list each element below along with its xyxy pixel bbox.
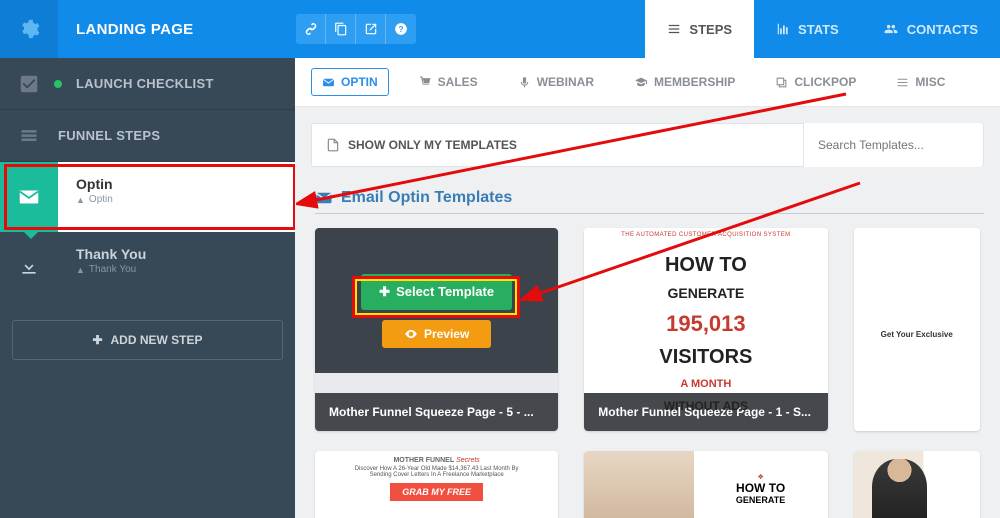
tab-stats[interactable]: STATS bbox=[754, 0, 861, 58]
help-button[interactable]: ? bbox=[386, 14, 416, 44]
select-template-button[interactable]: ✚ Select Template bbox=[361, 274, 512, 310]
cat-optin[interactable]: OPTIN bbox=[311, 68, 389, 96]
sidebar-step-optin[interactable]: Optin ▲Optin bbox=[0, 162, 295, 232]
stats-icon bbox=[776, 22, 790, 36]
cat-membership[interactable]: MEMBERSHIP bbox=[624, 68, 745, 96]
template-grid: ✚ Select Template Preview Mother Funnel … bbox=[295, 228, 1000, 431]
external-button[interactable] bbox=[356, 14, 386, 44]
template-card[interactable] bbox=[854, 451, 980, 518]
top-bar: LANDING PAGE ? STEPS STATS CONTACTS bbox=[0, 0, 1000, 58]
step-name: Optin bbox=[76, 176, 281, 192]
tab-contacts[interactable]: CONTACTS bbox=[861, 0, 1000, 58]
plus-icon: ✚ bbox=[92, 333, 102, 347]
cat-misc[interactable]: MISC bbox=[886, 68, 955, 96]
mail-icon bbox=[18, 186, 40, 208]
eye-icon bbox=[404, 327, 418, 341]
file-icon bbox=[326, 137, 340, 153]
cat-webinar[interactable]: WEBINAR bbox=[508, 68, 604, 96]
settings-button[interactable] bbox=[0, 0, 58, 58]
plus-icon: ✚ bbox=[379, 284, 390, 300]
gear-icon bbox=[18, 18, 40, 40]
tab-label: STEPS bbox=[689, 22, 732, 37]
cart-icon bbox=[419, 76, 432, 89]
cap-icon bbox=[634, 76, 648, 89]
list-icon bbox=[896, 76, 909, 89]
launch-label: LAUNCH CHECKLIST bbox=[76, 76, 214, 91]
cat-clickpop[interactable]: CLICKPOP bbox=[765, 68, 866, 96]
main-content: OPTIN SALES WEBINAR MEMBERSHIP CLICKPOP … bbox=[295, 58, 1000, 518]
copy-button[interactable] bbox=[326, 14, 356, 44]
tab-label: CONTACTS bbox=[907, 22, 978, 37]
step-subtype: ▲Thank You bbox=[76, 264, 281, 275]
popup-icon bbox=[775, 76, 788, 89]
launch-checklist-row[interactable]: LAUNCH CHECKLIST bbox=[0, 58, 295, 110]
funnel-steps-label: FUNNEL STEPS bbox=[58, 128, 160, 143]
template-title: Mother Funnel Squeeze Page - 5 - ... bbox=[315, 393, 558, 431]
link-button[interactable] bbox=[296, 14, 326, 44]
link-icon bbox=[304, 22, 318, 36]
mail-icon bbox=[315, 189, 333, 207]
cat-sales[interactable]: SALES bbox=[409, 68, 488, 96]
step-subtype: ▲Optin bbox=[76, 194, 281, 205]
filter-label[interactable]: SHOW ONLY MY TEMPLATES bbox=[348, 138, 517, 152]
template-thumb: ✚ Select Template Preview bbox=[315, 228, 558, 393]
template-card[interactable]: ❖ HOW TO GENERATE bbox=[584, 451, 827, 518]
svg-text:?: ? bbox=[399, 25, 404, 34]
add-step-button[interactable]: ✚ ADD NEW STEP bbox=[12, 320, 283, 360]
step-name: Thank You bbox=[76, 246, 281, 262]
help-icon: ? bbox=[394, 22, 408, 36]
external-link-icon bbox=[364, 22, 378, 36]
sidebar: LAUNCH CHECKLIST FUNNEL STEPS Optin ▲Opt… bbox=[0, 58, 295, 518]
tab-label: STATS bbox=[798, 22, 839, 37]
category-tabs: OPTIN SALES WEBINAR MEMBERSHIP CLICKPOP … bbox=[295, 58, 1000, 107]
funnel-steps-row[interactable]: FUNNEL STEPS bbox=[0, 110, 295, 162]
checklist-icon bbox=[18, 73, 40, 95]
header-tabs: STEPS STATS CONTACTS bbox=[645, 0, 1000, 58]
section-title: Email Optin Templates bbox=[315, 189, 984, 214]
template-thumb: MOTHER FUNNEL Secrets THE AUTOMATED CUST… bbox=[584, 228, 827, 393]
page-title: LANDING PAGE bbox=[58, 21, 288, 38]
template-thumb: Get Your Exclusive bbox=[854, 228, 980, 431]
preview-button[interactable]: Preview bbox=[382, 320, 491, 348]
list-icon bbox=[667, 22, 681, 36]
template-card[interactable]: ✚ Select Template Preview Mother Funnel … bbox=[315, 228, 558, 431]
tab-steps[interactable]: STEPS bbox=[645, 0, 754, 58]
template-card[interactable]: MOTHER FUNNEL Secrets THE AUTOMATED CUST… bbox=[584, 228, 827, 431]
template-grid-row2: MOTHER FUNNEL Secrets Discover How A 26-… bbox=[295, 431, 1000, 518]
toolbar-cluster: ? bbox=[296, 14, 416, 44]
contacts-icon bbox=[883, 22, 899, 36]
mic-icon bbox=[518, 76, 531, 89]
copy-icon bbox=[334, 22, 348, 36]
download-icon bbox=[19, 257, 39, 277]
template-card[interactable]: Get Your Exclusive Mother Funnel Squ bbox=[854, 228, 980, 431]
status-dot bbox=[54, 80, 62, 88]
steps-icon bbox=[19, 126, 39, 146]
filter-bar: SHOW ONLY MY TEMPLATES bbox=[311, 123, 984, 167]
sidebar-step-thankyou[interactable]: Thank You ▲Thank You bbox=[0, 232, 295, 302]
mail-icon bbox=[322, 76, 335, 89]
template-card[interactable]: MOTHER FUNNEL Secrets Discover How A 26-… bbox=[315, 451, 558, 518]
add-step-label: ADD NEW STEP bbox=[111, 333, 203, 347]
search-input[interactable] bbox=[803, 123, 983, 167]
